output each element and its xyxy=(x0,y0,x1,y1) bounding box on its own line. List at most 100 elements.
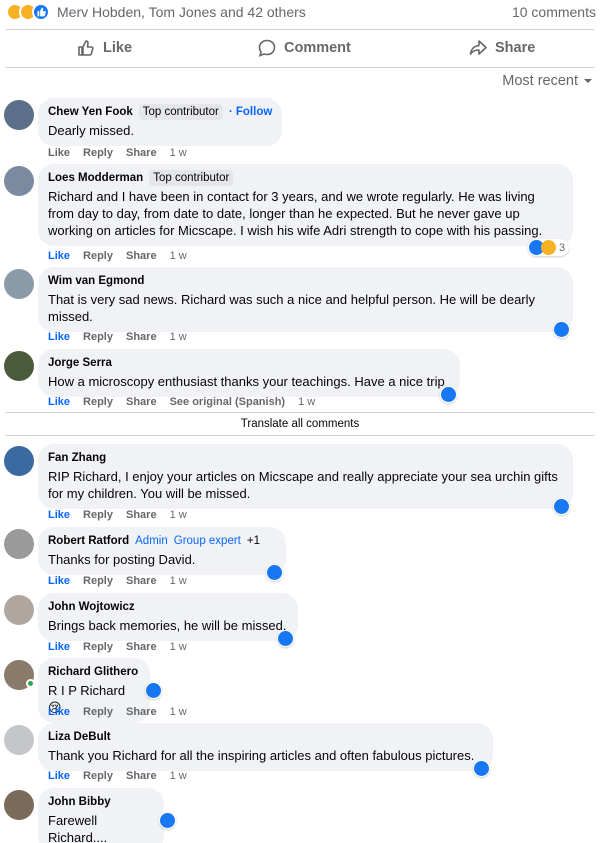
comment-share-link[interactable]: Share xyxy=(126,331,157,343)
comment-time[interactable]: 1 w xyxy=(170,641,187,653)
comment-share-link[interactable]: Share xyxy=(126,147,157,159)
comment-reactions[interactable]: 3 xyxy=(528,239,570,256)
comment-like-link[interactable]: Like xyxy=(48,331,70,343)
comment-actions: Like Reply Share 1 w xyxy=(48,147,187,159)
comment-reactions[interactable] xyxy=(473,760,490,777)
avatar[interactable] xyxy=(4,100,34,130)
divider xyxy=(6,412,594,413)
comment-text: Thank you Richard for all the inspiring … xyxy=(48,748,475,763)
comment-count[interactable]: 10 comments xyxy=(512,4,596,20)
see-original-link[interactable]: See original (Spanish) xyxy=(170,396,286,408)
sort-dropdown[interactable]: Most recent xyxy=(502,73,593,89)
comment-author[interactable]: Jorge Serra xyxy=(48,355,112,371)
reaction-icons[interactable] xyxy=(6,3,52,21)
comment-like-link[interactable]: Like xyxy=(48,250,70,262)
comment-time[interactable]: 1 w xyxy=(170,147,187,159)
comment-author[interactable]: Chew Yen Fook xyxy=(48,104,133,120)
comment-bubble: Fan Zhang RIP Richard, I enjoy your arti… xyxy=(38,444,573,509)
comment-reply-link[interactable]: Reply xyxy=(83,575,113,587)
like-icon xyxy=(474,761,489,776)
comment-reply-link[interactable]: Reply xyxy=(83,509,113,521)
comment-actions: Like Reply Share 1 w xyxy=(48,770,187,782)
comment-time[interactable]: 1 w xyxy=(170,250,187,262)
top-contributor-badge[interactable]: Top contributor xyxy=(149,170,234,186)
comment-reactions[interactable] xyxy=(266,564,283,581)
comment-like-link[interactable]: Like xyxy=(48,641,70,653)
share-label: Share xyxy=(495,40,536,56)
comment-like-link[interactable]: Like xyxy=(48,706,70,718)
comment-time[interactable]: 1 w xyxy=(170,706,187,718)
comment-like-link[interactable]: Like xyxy=(48,770,70,782)
comment-author[interactable]: Wim van Egmond xyxy=(48,273,144,289)
comment-share-link[interactable]: Share xyxy=(126,509,157,521)
comment-like-link[interactable]: Like xyxy=(48,509,70,521)
comment-reply-link[interactable]: Reply xyxy=(83,147,113,159)
comment-bubble: Jorge Serra How a microscopy enthusiast … xyxy=(38,349,460,397)
more-badges[interactable]: +1 xyxy=(247,533,260,549)
divider xyxy=(6,67,594,68)
comment-author[interactable]: Fan Zhang xyxy=(48,450,106,466)
care-icon xyxy=(541,240,556,255)
comment-bubble: Chew Yen Fook Top contributor · Follow D… xyxy=(38,98,283,146)
comment-like-link[interactable]: Like xyxy=(48,147,70,159)
comment-reactions[interactable] xyxy=(277,630,294,647)
comment-time[interactable]: 1 w xyxy=(298,396,315,408)
share-button[interactable]: Share xyxy=(468,36,535,60)
comment-author[interactable]: Robert Ratford xyxy=(48,533,129,549)
comment-reactions[interactable] xyxy=(145,682,162,699)
comment-reply-link[interactable]: Reply xyxy=(83,250,113,262)
translate-all-link[interactable]: Translate all comments xyxy=(0,418,600,430)
comment-like-link[interactable]: Like xyxy=(48,396,70,408)
comment-button[interactable]: Comment xyxy=(257,36,351,60)
like-icon xyxy=(146,683,161,698)
comment-time[interactable]: 1 w xyxy=(170,331,187,343)
comment-time[interactable]: 1 w xyxy=(170,770,187,782)
follow-link[interactable]: · Follow xyxy=(229,104,272,120)
comment-reactions[interactable] xyxy=(553,498,570,515)
comment-author[interactable]: Loes Modderman xyxy=(48,170,143,186)
comment-label: Comment xyxy=(284,40,351,56)
comment-text: RIP Richard, I enjoy your articles on Mi… xyxy=(48,469,558,501)
avatar[interactable] xyxy=(4,446,34,476)
admin-badge[interactable]: Admin xyxy=(135,533,168,549)
comment-bubble: John Wojtowicz Brings back memories, he … xyxy=(38,593,298,641)
comment-reply-link[interactable]: Reply xyxy=(83,331,113,343)
comment-reactions[interactable] xyxy=(553,321,570,338)
top-contributor-badge[interactable]: Top contributor xyxy=(138,104,223,120)
avatar[interactable] xyxy=(4,725,34,755)
comment-author[interactable]: John Wojtowicz xyxy=(48,599,135,615)
comment-actions: Like Reply Share 1 w xyxy=(48,331,187,343)
like-button[interactable]: Like xyxy=(76,36,132,60)
comment-time[interactable]: 1 w xyxy=(170,575,187,587)
comment-reactions[interactable] xyxy=(159,812,176,829)
like-icon xyxy=(554,322,569,337)
avatar[interactable] xyxy=(4,529,34,559)
comment-reply-link[interactable]: Reply xyxy=(83,706,113,718)
avatar[interactable] xyxy=(4,790,34,820)
comment-reply-link[interactable]: Reply xyxy=(83,641,113,653)
comment-share-link[interactable]: Share xyxy=(126,770,157,782)
avatar[interactable] xyxy=(4,351,34,381)
comment-time[interactable]: 1 w xyxy=(170,509,187,521)
comment-share-link[interactable]: Share xyxy=(126,641,157,653)
avatar[interactable] xyxy=(4,269,34,299)
comment-reply-link[interactable]: Reply xyxy=(83,396,113,408)
comment-icon xyxy=(258,39,276,57)
comment-text: Richard and I have been in contact for 3… xyxy=(48,189,543,238)
avatar[interactable] xyxy=(4,166,34,196)
comment-actions: Like Reply Share 1 w xyxy=(48,641,187,653)
comment-author[interactable]: Liza DeBult xyxy=(48,729,111,745)
group-expert-badge[interactable]: Group expert xyxy=(174,533,241,549)
comment-share-link[interactable]: Share xyxy=(126,250,157,262)
comment-reactions[interactable] xyxy=(440,386,457,403)
comment-reply-link[interactable]: Reply xyxy=(83,770,113,782)
comment-share-link[interactable]: Share xyxy=(126,706,157,718)
comment-author[interactable]: John Bibby xyxy=(48,794,111,810)
comment-bubble: Wim van Egmond That is very sad news. Ri… xyxy=(38,267,573,332)
reacted-by-text[interactable]: Merv Hobden, Tom Jones and 42 others xyxy=(57,4,306,20)
comment-like-link[interactable]: Like xyxy=(48,575,70,587)
comment-share-link[interactable]: Share xyxy=(126,396,157,408)
avatar[interactable] xyxy=(4,595,34,625)
comment-author[interactable]: Richard Glithero xyxy=(48,664,138,680)
comment-share-link[interactable]: Share xyxy=(126,575,157,587)
